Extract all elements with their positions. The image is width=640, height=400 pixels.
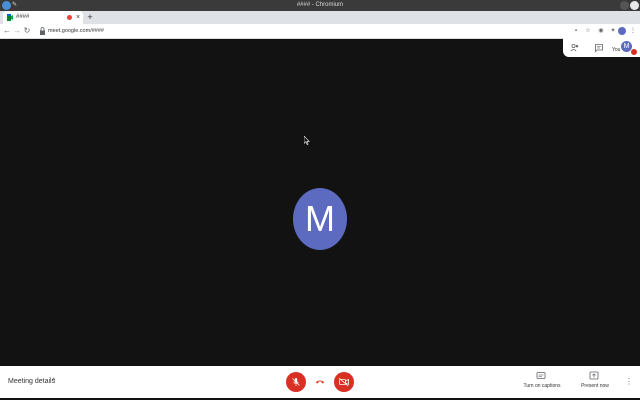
browser-tab-meet[interactable]: #### × xyxy=(3,11,83,24)
present-now-label: Present now xyxy=(581,383,609,389)
tab-strip xyxy=(0,11,640,24)
meeting-details-button[interactable]: Meeting details xyxy=(8,366,55,398)
present-now-button[interactable]: Present now xyxy=(573,371,617,393)
you-label: You xyxy=(612,47,621,53)
chevron-up-icon[interactable]: ^ xyxy=(52,366,55,398)
lock-icon xyxy=(40,27,45,35)
bookmark-star-icon[interactable]: ☆ xyxy=(584,26,592,36)
tab-close-button[interactable]: × xyxy=(74,11,82,24)
reload-button[interactable]: ↻ xyxy=(22,24,32,38)
meet-top-panel: You M xyxy=(563,38,640,57)
camera-toggle-button[interactable] xyxy=(334,372,354,392)
people-icon[interactable] xyxy=(570,43,580,53)
captions-icon xyxy=(536,372,546,379)
address-bar[interactable]: meet.google.com/#### xyxy=(34,26,565,36)
participant-avatar: M xyxy=(293,188,347,250)
browser-menu-button[interactable]: ⋮ xyxy=(629,26,637,36)
muted-badge-icon xyxy=(631,49,637,55)
turn-on-captions-button[interactable]: Turn on captions xyxy=(520,371,564,393)
captions-label: Turn on captions xyxy=(523,383,561,389)
window-title: #### - Chromium xyxy=(296,2,344,8)
more-options-button[interactable]: ⋮ xyxy=(624,366,634,398)
leave-call-button[interactable] xyxy=(310,372,330,392)
mic-off-icon xyxy=(292,378,300,386)
tab-title: #### xyxy=(16,14,30,20)
camera-off-icon xyxy=(338,377,349,387)
forward-button[interactable]: → xyxy=(12,24,22,38)
profile-avatar-icon[interactable] xyxy=(618,27,626,35)
back-button[interactable]: ← xyxy=(2,24,12,38)
meeting-controls-bar: Meeting details ^ Turn on captions Prese… xyxy=(0,366,640,398)
recording-indicator-icon xyxy=(67,15,72,20)
microphone-toggle-button[interactable] xyxy=(286,372,306,392)
window-titlebar: ✎ #### - Chromium xyxy=(0,0,640,11)
new-tab-button[interactable]: + xyxy=(85,11,95,24)
meet-favicon-icon xyxy=(7,14,13,21)
chat-icon[interactable] xyxy=(594,43,604,53)
window-minimize-icon[interactable] xyxy=(620,1,629,10)
window-close-icon[interactable] xyxy=(630,1,639,10)
extensions-puzzle-icon[interactable]: ✦ xyxy=(609,26,617,36)
present-screen-icon xyxy=(589,371,599,380)
phone-hangup-icon xyxy=(316,380,324,384)
camera-in-use-icon[interactable]: ▪ xyxy=(572,26,580,36)
url-text: meet.google.com/#### xyxy=(48,28,104,34)
mouse-cursor-icon xyxy=(304,136,310,145)
extension-eye-icon[interactable]: ◉ xyxy=(597,26,605,36)
